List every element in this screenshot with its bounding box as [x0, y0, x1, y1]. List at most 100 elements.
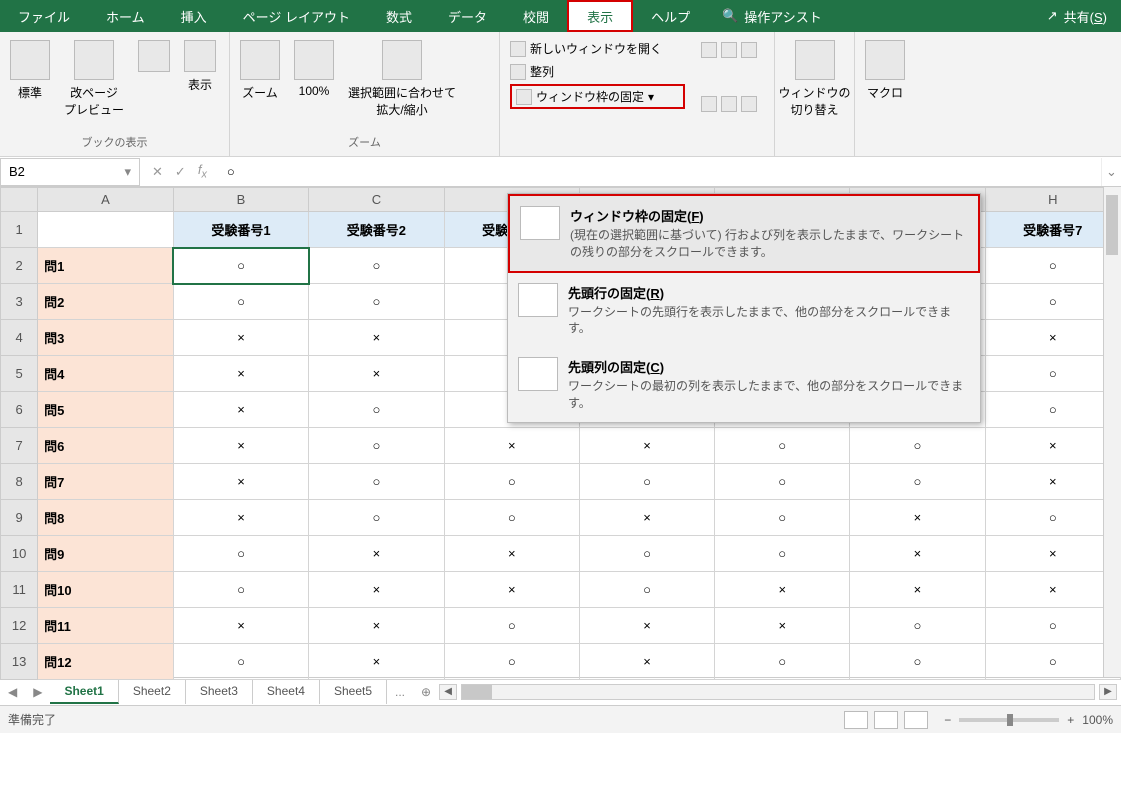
- freeze-top-row-item[interactable]: 先頭行の固定(R) ワークシートの先頭行を表示したままで、他の部分をスクロールで…: [508, 273, 980, 348]
- hide-button[interactable]: [721, 42, 737, 58]
- row-header[interactable]: 6: [1, 392, 38, 428]
- cell[interactable]: ×: [985, 320, 1120, 356]
- row-header[interactable]: 3: [1, 284, 38, 320]
- cell[interactable]: ○: [173, 536, 308, 572]
- cell[interactable]: ×: [173, 428, 308, 464]
- cell[interactable]: 問5: [38, 392, 174, 428]
- row-header[interactable]: 9: [1, 500, 38, 536]
- cell[interactable]: ○: [173, 644, 308, 680]
- tab-page-layout[interactable]: ページ レイアウト: [225, 0, 368, 32]
- arrange-all-button[interactable]: 整列: [510, 61, 685, 82]
- cell[interactable]: ×: [309, 320, 444, 356]
- cell[interactable]: ○: [173, 248, 308, 284]
- sheet-tab[interactable]: Sheet2: [119, 680, 186, 704]
- cell[interactable]: ○: [309, 500, 444, 536]
- cell[interactable]: ○: [850, 644, 985, 680]
- cell[interactable]: 問11: [38, 608, 174, 644]
- horizontal-scrollbar[interactable]: ◀ ▶: [439, 684, 1121, 700]
- tab-insert[interactable]: 挿入: [163, 0, 225, 32]
- cell[interactable]: ×: [173, 500, 308, 536]
- cell[interactable]: ○: [985, 356, 1120, 392]
- scroll-right-button[interactable]: ▶: [1099, 684, 1117, 700]
- cell[interactable]: ×: [579, 500, 714, 536]
- column-header[interactable]: C: [309, 188, 444, 212]
- tab-review[interactable]: 校閲: [505, 0, 567, 32]
- insert-function-button[interactable]: fx: [198, 162, 207, 181]
- cell[interactable]: ×: [715, 572, 850, 608]
- cell[interactable]: ○: [715, 428, 850, 464]
- cell[interactable]: ○: [985, 392, 1120, 428]
- cell[interactable]: 問10: [38, 572, 174, 608]
- cell[interactable]: ×: [579, 608, 714, 644]
- scroll-left-button[interactable]: ◀: [439, 684, 457, 700]
- enter-formula-button[interactable]: ✓: [175, 164, 186, 180]
- cell[interactable]: ×: [309, 536, 444, 572]
- select-all-cell[interactable]: [1, 188, 38, 212]
- cell[interactable]: 問1: [38, 248, 174, 284]
- sheet-tab[interactable]: Sheet1: [50, 680, 118, 704]
- cell[interactable]: ×: [309, 356, 444, 392]
- zoom-to-selection-button[interactable]: 選択範囲に合わせて 拡大/縮小: [342, 36, 462, 122]
- zoom-button[interactable]: ズーム: [234, 36, 286, 105]
- view-side-by-side-button[interactable]: [701, 96, 717, 112]
- view-pagebreak-button[interactable]: 改ページ プレビュー: [58, 36, 130, 122]
- freeze-panes-dropdown[interactable]: ウィンドウ枠の固定▾: [510, 84, 685, 109]
- cell[interactable]: 問6: [38, 428, 174, 464]
- cell[interactable]: ×: [850, 500, 985, 536]
- cell[interactable]: ×: [173, 464, 308, 500]
- sync-scroll-button[interactable]: [721, 96, 737, 112]
- cell[interactable]: ○: [579, 536, 714, 572]
- expand-formula-bar-button[interactable]: ⌄: [1101, 158, 1121, 186]
- sheets-more[interactable]: ...: [387, 685, 413, 699]
- freeze-panes-item[interactable]: ウィンドウ枠の固定(F) (現在の選択範囲に基づいて) 行および列を表示したまま…: [508, 194, 980, 273]
- cell[interactable]: 問12: [38, 644, 174, 680]
- row-header[interactable]: 2: [1, 248, 38, 284]
- name-box[interactable]: B2 ▾: [0, 158, 140, 186]
- cell[interactable]: ×: [579, 428, 714, 464]
- cell[interactable]: ×: [444, 428, 579, 464]
- cell[interactable]: ○: [579, 464, 714, 500]
- sheet-nav-next[interactable]: ▶: [25, 685, 50, 699]
- cell[interactable]: 問4: [38, 356, 174, 392]
- scrollbar-thumb[interactable]: [462, 685, 492, 699]
- tab-data[interactable]: データ: [430, 0, 505, 32]
- cell[interactable]: ○: [985, 500, 1120, 536]
- sheet-nav-prev[interactable]: ◀: [0, 685, 25, 699]
- cell[interactable]: ○: [715, 536, 850, 572]
- tab-home[interactable]: ホーム: [88, 0, 163, 32]
- freeze-first-col-item[interactable]: 先頭列の固定(C) ワークシートの最初の列を表示したままで、他の部分をスクロール…: [508, 347, 980, 422]
- scrollbar-thumb[interactable]: [1106, 195, 1118, 255]
- cell[interactable]: ○: [985, 284, 1120, 320]
- cell[interactable]: ×: [309, 644, 444, 680]
- cell[interactable]: 受験番号1: [173, 212, 308, 248]
- cell[interactable]: ○: [309, 284, 444, 320]
- column-header[interactable]: B: [173, 188, 308, 212]
- tab-help[interactable]: ヘルプ: [633, 0, 708, 32]
- cell[interactable]: ×: [985, 536, 1120, 572]
- cell[interactable]: ○: [309, 464, 444, 500]
- cell[interactable]: ○: [309, 428, 444, 464]
- row-header[interactable]: 12: [1, 608, 38, 644]
- view-normal-button[interactable]: 標準: [4, 36, 56, 105]
- row-header[interactable]: 1: [1, 212, 38, 248]
- cell[interactable]: ×: [173, 608, 308, 644]
- formula-input[interactable]: ○: [219, 164, 1101, 179]
- new-window-button[interactable]: 新しいウィンドウを開く: [510, 38, 685, 59]
- show-menu-button[interactable]: 表示: [178, 36, 222, 97]
- cell[interactable]: ×: [985, 464, 1120, 500]
- view-options-button[interactable]: [132, 36, 176, 76]
- cell[interactable]: ○: [444, 608, 579, 644]
- cell[interactable]: ○: [715, 500, 850, 536]
- row-header[interactable]: 4: [1, 320, 38, 356]
- page-layout-view-button[interactable]: [874, 711, 898, 729]
- cell[interactable]: ×: [173, 320, 308, 356]
- cell[interactable]: ×: [850, 572, 985, 608]
- zoom-out-button[interactable]: −: [944, 713, 951, 727]
- cell[interactable]: ×: [985, 572, 1120, 608]
- cell[interactable]: ×: [309, 608, 444, 644]
- zoom-100-button[interactable]: 100%: [288, 36, 340, 102]
- cell[interactable]: ×: [444, 536, 579, 572]
- normal-view-button[interactable]: [844, 711, 868, 729]
- switch-windows-button[interactable]: ウィンドウの 切り替え: [779, 36, 850, 122]
- row-header[interactable]: 5: [1, 356, 38, 392]
